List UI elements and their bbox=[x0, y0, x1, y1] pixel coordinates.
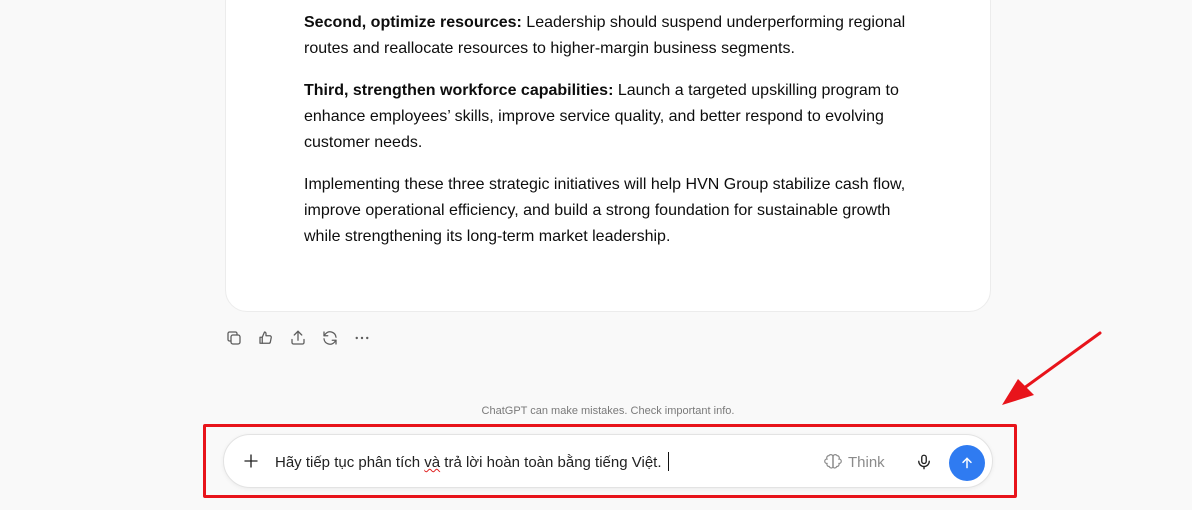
message-paragraph: Second, optimize resources: Leadership s… bbox=[304, 10, 914, 62]
paragraph-lead: Second, optimize resources: bbox=[304, 14, 522, 31]
feedback-button[interactable] bbox=[254, 326, 278, 350]
message-paragraph: Implementing these three strategic initi… bbox=[304, 172, 914, 250]
annotation-arrow bbox=[1002, 331, 1102, 405]
more-button[interactable] bbox=[350, 326, 374, 350]
paragraph-text: Implementing these three strategic initi… bbox=[304, 176, 906, 245]
message-paragraph: Third, strengthen workforce capabilities… bbox=[304, 78, 914, 156]
assistant-message-body: Second, optimize resources: Leadership s… bbox=[304, 10, 914, 266]
more-icon bbox=[355, 336, 369, 340]
regenerate-button[interactable] bbox=[318, 326, 342, 350]
paragraph-lead: Third, strengthen workforce capabilities… bbox=[304, 82, 614, 99]
annotation-highlight-box bbox=[203, 424, 1017, 498]
copy-button[interactable] bbox=[222, 326, 246, 350]
regenerate-icon bbox=[323, 331, 337, 345]
share-button[interactable] bbox=[286, 326, 310, 350]
copy-icon bbox=[227, 331, 241, 345]
chat-page: Second, optimize resources: Leadership s… bbox=[0, 0, 1192, 510]
share-icon bbox=[291, 330, 305, 345]
message-actions bbox=[222, 326, 374, 350]
feedback-icon bbox=[259, 331, 272, 344]
